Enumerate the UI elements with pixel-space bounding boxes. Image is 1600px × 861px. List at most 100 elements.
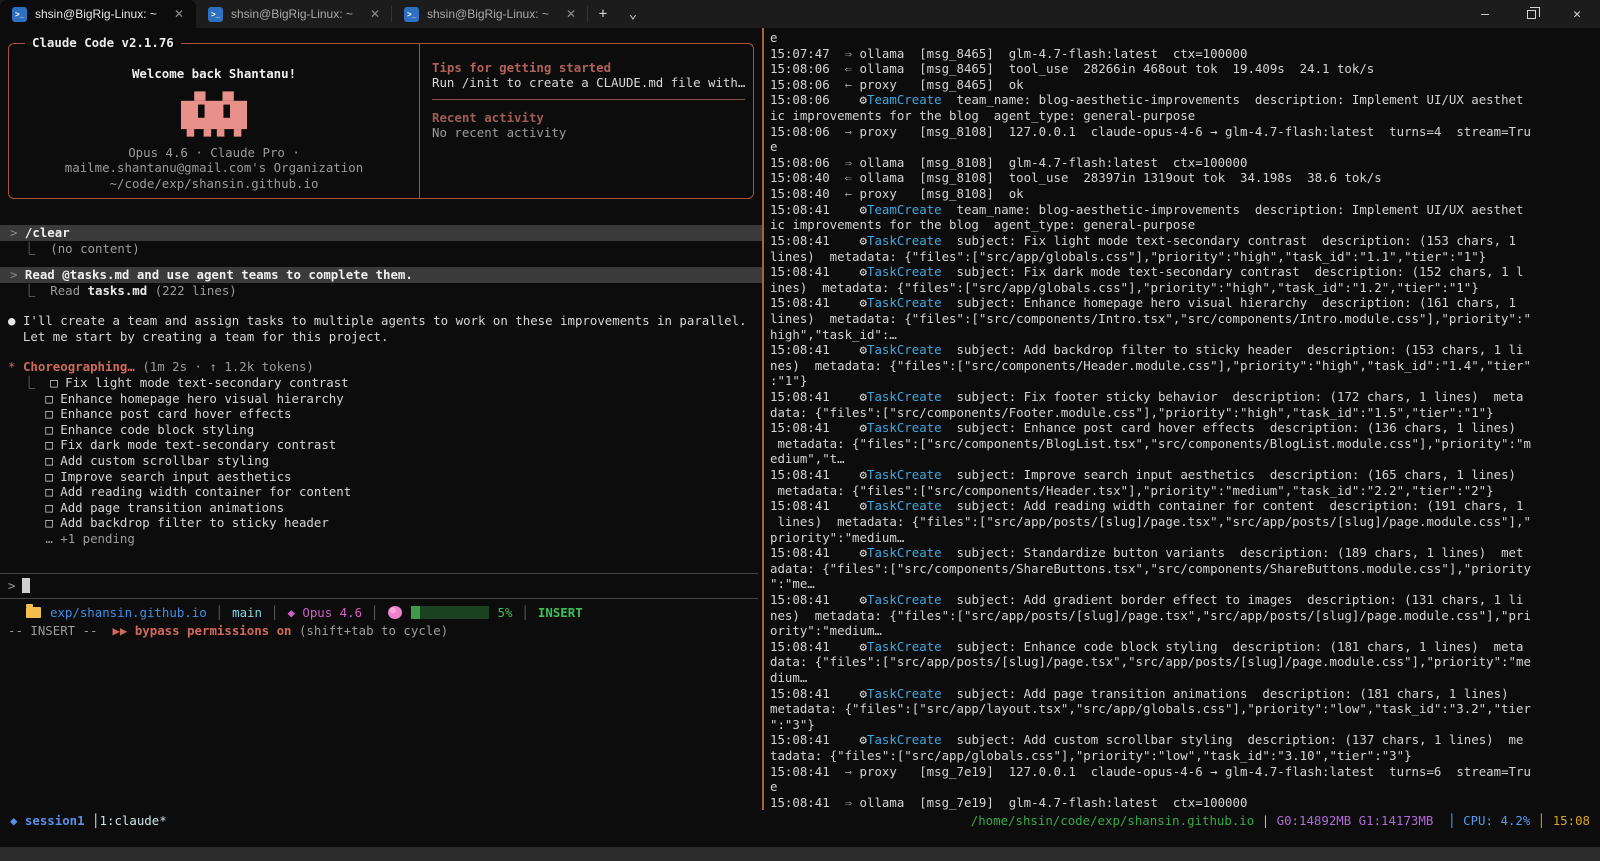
log-line: 15:08:41 ⇒ ollama [msg_7e19] glm-4.7-fla… xyxy=(770,794,1248,810)
checkbox-icon: □ xyxy=(45,499,61,515)
terminal-icon: >_ xyxy=(12,6,27,22)
gear-icon: ⚙ xyxy=(859,498,867,514)
gear-icon: ⚙ xyxy=(859,467,867,483)
log-line: 15:08:41 ⚙TaskCreate subject: Add readin… xyxy=(770,498,1524,514)
elbow-icon: ⎿ xyxy=(8,374,51,390)
separator: | xyxy=(1261,812,1270,828)
log-line: 15:08:41 ⚙TaskCreate subject: Add page t… xyxy=(770,685,1509,701)
prompt-chevron-icon: > xyxy=(10,225,25,240)
transcript: > /clear ⎿ (no content) > Read @tasks.md… xyxy=(0,199,762,573)
tab-close-icon[interactable]: ✕ xyxy=(170,7,188,21)
gear-icon: ⚙ xyxy=(859,420,867,436)
folder-icon xyxy=(26,603,41,618)
checkbox-icon: □ xyxy=(45,390,61,406)
user-command-read-tasks: > Read @tasks.md and use agent teams to … xyxy=(0,266,762,283)
tab-dropdown-button[interactable]: ⌄ xyxy=(618,0,648,28)
new-tab-button[interactable]: + xyxy=(588,0,618,28)
tmux-status-right: /home/shsin/code/exp/shansin.github.io |… xyxy=(971,813,1590,828)
log-line: high","task_id":… xyxy=(770,326,897,342)
checkbox-icon: □ xyxy=(45,484,61,500)
claude-code-pane[interactable]: Claude Code v2.1.76 Welcome back Shantan… xyxy=(0,28,762,810)
gear-icon: ⚙ xyxy=(859,342,867,358)
claude-robot-logo xyxy=(181,91,247,137)
log-line: e xyxy=(770,139,778,155)
todo-label: Enhance post card hover effects xyxy=(60,406,292,422)
tab-close-icon[interactable]: ✕ xyxy=(562,7,580,21)
log-line: 15:08:41 ⚙TaskCreate subject: Enhance po… xyxy=(770,420,1517,436)
spinner-meta: (1m 2s · ↑ 1.2k tokens) xyxy=(142,359,314,375)
log-line: :"1"} xyxy=(770,373,808,389)
gpu-memory: G0:14892MB G1:14173MB xyxy=(1276,812,1434,828)
terminal-tab[interactable]: >_ shsin@BigRig-Linux: ~ ✕ xyxy=(392,0,588,28)
permissions-hint: (shift+tab to cycle) xyxy=(298,622,449,638)
log-line: ic improvements for the blog agent_type:… xyxy=(770,217,1196,233)
tool-call-name: TeamCreate xyxy=(867,201,942,217)
bottom-edge-strip xyxy=(0,847,1600,861)
todo-indent xyxy=(8,469,45,484)
log-line: e xyxy=(770,30,778,45)
log-line: 15:07:47 ⇒ ollama [msg_8465] glm-4.7-fla… xyxy=(770,45,1248,61)
context-usage-fill xyxy=(410,605,420,619)
restore-button[interactable] xyxy=(1508,0,1554,28)
window-controls: — ✕ xyxy=(1462,0,1600,28)
terminal-padding xyxy=(0,830,1600,847)
todo-label: Add page transition animations xyxy=(60,499,285,515)
log-line: data: {"files":["src/components/Footer.m… xyxy=(770,404,1494,420)
log-line: 15:08:41 ⚙TaskCreate subject: Enhance ho… xyxy=(770,295,1517,311)
gear-icon: ⚙ xyxy=(859,732,867,748)
todo-item: □ Enhance homepage hero visual hierarchy xyxy=(8,391,762,407)
text-cursor xyxy=(22,578,31,593)
log-line: 15:08:41 ⚙TaskCreate subject: Fix footer… xyxy=(770,389,1524,405)
model-plan-line: Opus 4.6 · Claude Pro · xyxy=(128,145,300,160)
log-line: 15:08:41 ⚙TaskCreate subject: Enhance co… xyxy=(770,638,1524,654)
todo-more-pending: … +1 pending xyxy=(45,530,135,546)
todo-list: ⎿ □ Fix light mode text-secondary contra… xyxy=(8,375,762,531)
organization-line: mailme.shantanu@gmail.com's Organization xyxy=(64,160,364,176)
terminal-tab[interactable]: >_ shsin@BigRig-Linux: ~ ✕ xyxy=(0,0,196,28)
title-bar: >_ shsin@BigRig-Linux: ~ ✕ >_ shsin@BigRig-L… xyxy=(0,0,1600,28)
todo-item: □ Add backdrop filter to sticky header xyxy=(8,515,762,531)
log-line: 15:08:40 ← proxy [msg_8108] ok xyxy=(770,186,1024,202)
tool-call-name: TaskCreate xyxy=(867,591,942,607)
log-line: metadata: {"files":["src/components/Blog… xyxy=(770,435,1531,451)
todo-item: ⎿ □ Fix light mode text-secondary contra… xyxy=(8,375,762,391)
separator: │ xyxy=(215,604,224,620)
checkbox-icon: □ xyxy=(45,437,61,453)
tmux-window-name[interactable]: 1:claude* xyxy=(100,813,167,828)
workdir-line: ~/code/exp/shansin.github.io xyxy=(109,175,319,191)
tab-close-icon[interactable]: ✕ xyxy=(366,7,384,21)
todo-indent xyxy=(8,515,45,530)
bypass-arrows-icon: ▶▶ xyxy=(112,622,128,638)
close-button[interactable]: ✕ xyxy=(1554,0,1600,28)
todo-label: Fix dark mode text-secondary contrast xyxy=(60,437,337,453)
prompt-input[interactable]: > xyxy=(0,574,762,598)
tool-call-name: TeamCreate xyxy=(867,92,942,108)
claude-box-left-column: Welcome back Shantanu! Opus 4.6 · Claude… xyxy=(9,44,419,198)
todo-label: Enhance code block styling xyxy=(60,421,255,437)
log-line: nes) metadata: {"files":["src/app/posts/… xyxy=(770,607,1531,623)
assistant-message-line1: ● I'll create a team and assign tasks to… xyxy=(8,313,747,329)
elbow-icon: ⎿ xyxy=(22,282,36,298)
separator: │ xyxy=(1537,812,1546,828)
checkbox-icon: □ xyxy=(45,421,61,437)
vim-mode-line: -- INSERT -- ▶▶ bypass permissions on (s… xyxy=(8,622,449,638)
bullet-icon: ● xyxy=(8,313,16,329)
tool-call-name: TaskCreate xyxy=(867,732,942,748)
tool-call-name: TaskCreate xyxy=(867,420,942,436)
log-line: 15:08:40 ⇐ ollama [msg_8108] tool_use 28… xyxy=(770,170,1382,186)
todo-label: Add custom scrollbar styling xyxy=(60,452,270,468)
log-pane[interactable]: e 15:07:47 ⇒ ollama [msg_8465] glm-4.7-fl… xyxy=(764,28,1600,810)
welcome-message: Welcome back Shantanu! xyxy=(131,66,297,81)
model-badge: ◆ Opus 4.6 xyxy=(287,604,363,620)
context-percent: 5% xyxy=(497,604,513,620)
claude-welcome-box: Claude Code v2.1.76 Welcome back Shantan… xyxy=(8,35,754,199)
minimize-button[interactable]: — xyxy=(1462,0,1508,28)
log-line: lines) metadata: {"files":["src/app/post… xyxy=(770,513,1531,529)
todo-label: Enhance homepage hero visual hierarchy xyxy=(60,390,344,406)
clock: 15:08 xyxy=(1552,812,1590,828)
prompt-chevron-icon: > xyxy=(8,578,16,593)
log-line: 15:08:41 ⚙TaskCreate subject: Add gradie… xyxy=(770,591,1524,607)
tmux-status-bar: ◆ session1 │ 1:claude* /home/shsin/code/e… xyxy=(0,810,1600,830)
log-line: 15:08:41 ⚙TaskCreate subject: Add custom… xyxy=(770,732,1524,748)
terminal-tab[interactable]: >_ shsin@BigRig-Linux: ~ ✕ xyxy=(196,0,392,28)
